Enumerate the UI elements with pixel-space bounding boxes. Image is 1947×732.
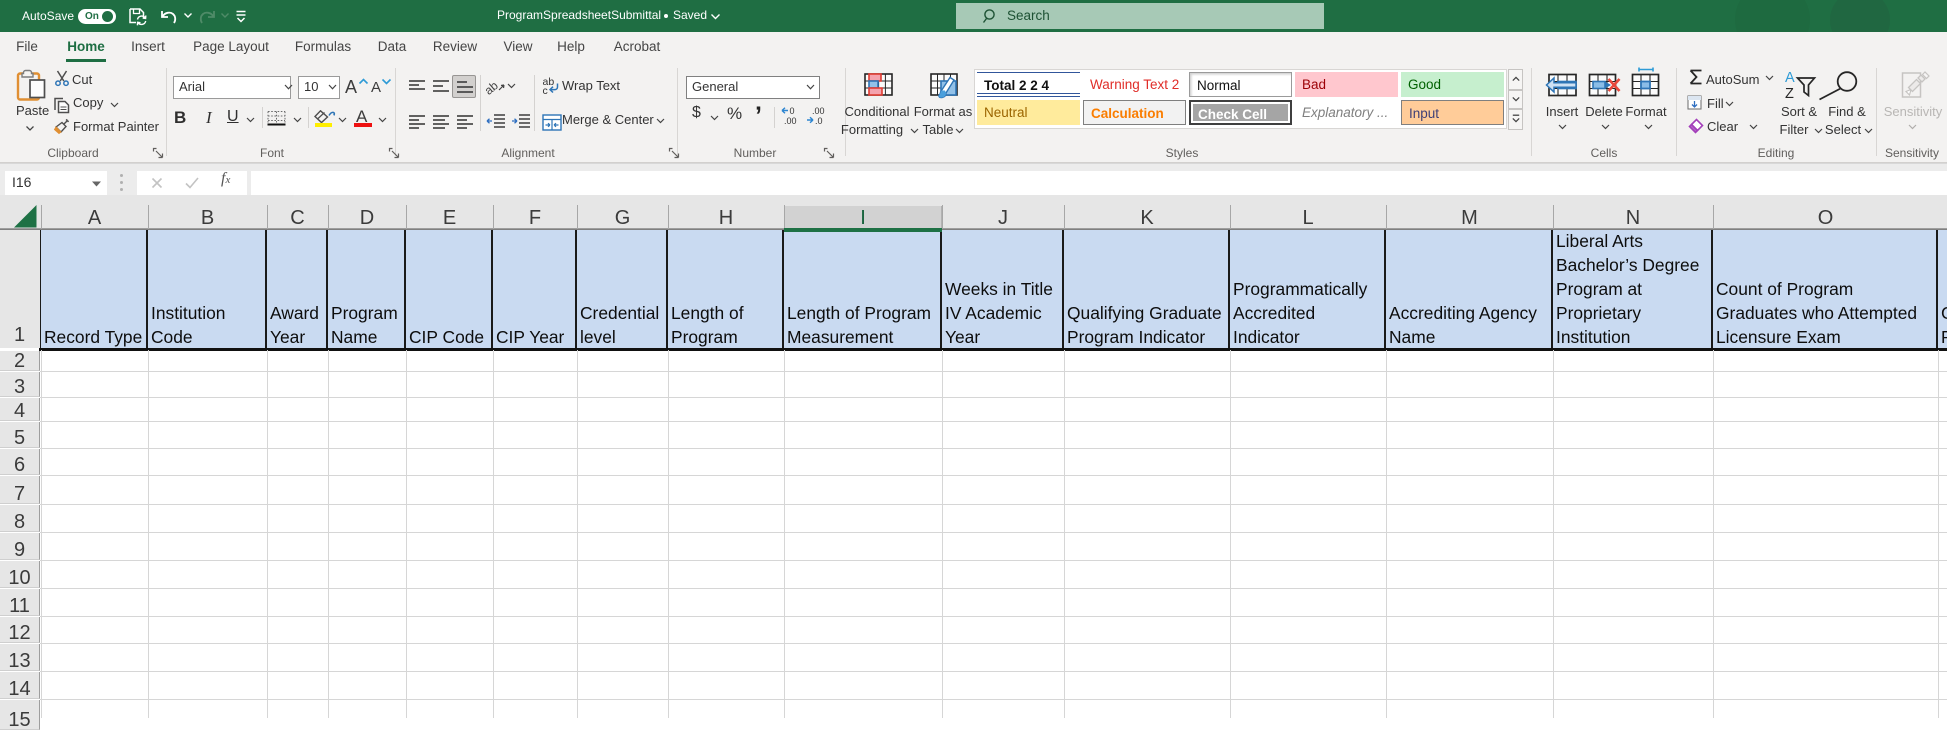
svg-text:.0: .0 bbox=[815, 116, 823, 126]
svg-text:0: 0 bbox=[790, 106, 795, 116]
svg-text:.00: .00 bbox=[812, 106, 825, 116]
svg-text:ab: ab bbox=[486, 78, 501, 96]
svg-text:c: c bbox=[543, 85, 548, 95]
svg-text:.00: .00 bbox=[784, 116, 797, 126]
svg-text:A: A bbox=[1785, 70, 1795, 86]
svg-text:Z: Z bbox=[1785, 86, 1794, 99]
